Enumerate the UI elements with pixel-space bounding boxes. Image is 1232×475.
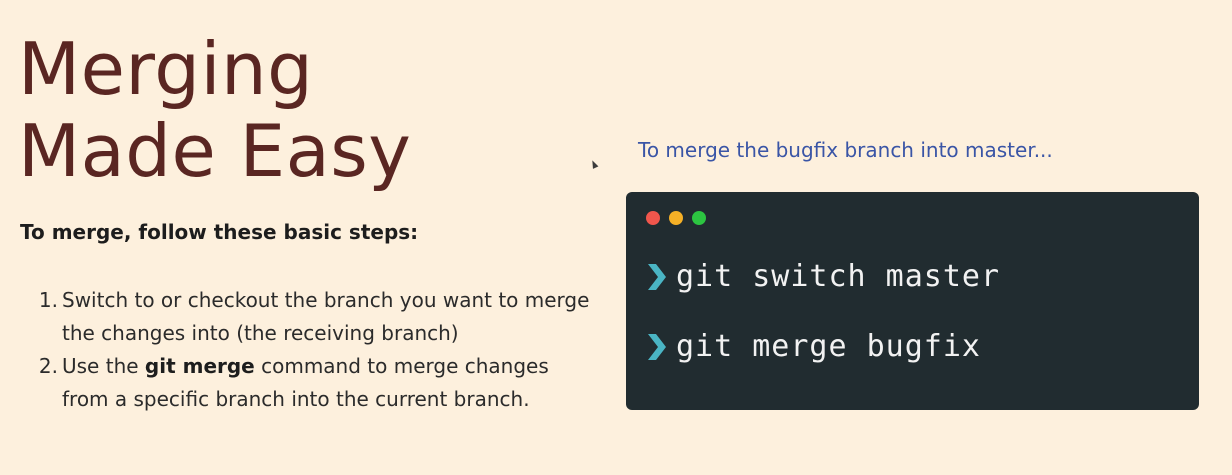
chevron-right-icon <box>644 326 670 366</box>
page-title: Merging Made Easy <box>18 28 411 192</box>
step-1: 1. Switch to or checkout the branch you … <box>34 284 594 350</box>
title-line-2: Made Easy <box>18 109 412 193</box>
step-text-before: Use the <box>62 354 145 378</box>
command-text: git switch master <box>676 258 1001 294</box>
close-dot-icon[interactable] <box>646 211 660 225</box>
terminal-window: git switch master git merge bugfix <box>626 192 1199 410</box>
step-text: Switch to or checkout the branch you wan… <box>62 288 590 345</box>
terminal-line-1: git switch master <box>644 256 1000 296</box>
steps-list: 1. Switch to or checkout the branch you … <box>34 284 594 416</box>
intro-text: To merge, follow these basic steps: <box>20 220 419 244</box>
step-2: 2. Use the git merge command to merge ch… <box>34 350 594 416</box>
step-text: Use the git merge command to merge chang… <box>62 350 594 416</box>
step-text-bold: git merge <box>144 354 255 378</box>
window-controls <box>646 211 706 225</box>
chevron-right-icon <box>644 256 670 296</box>
title-line-1: Merging <box>18 27 314 111</box>
command-text: git merge bugfix <box>676 328 981 364</box>
maximize-dot-icon[interactable] <box>692 211 706 225</box>
slide: Merging Made Easy To merge, follow these… <box>0 0 1232 475</box>
minimize-dot-icon[interactable] <box>669 211 683 225</box>
mouse-cursor-icon <box>589 159 599 169</box>
terminal-line-2: git merge bugfix <box>644 326 981 366</box>
step-number: 1. <box>38 288 58 312</box>
terminal-caption: To merge the bugfix branch into master..… <box>638 138 1053 162</box>
step-number: 2. <box>38 354 58 378</box>
